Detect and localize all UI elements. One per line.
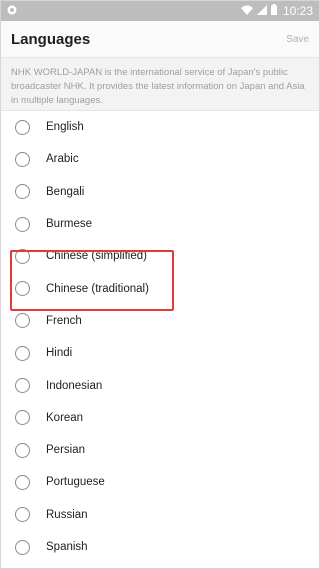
- notification-icon: [7, 2, 17, 20]
- language-option[interactable]: Burmese: [1, 208, 319, 240]
- language-label: Chinese (traditional): [46, 282, 149, 295]
- language-label: Hindi: [46, 347, 73, 360]
- language-option[interactable]: Persian: [1, 434, 319, 466]
- language-label: Persian: [46, 444, 85, 457]
- app-header: Languages Save: [1, 21, 319, 58]
- radio-button[interactable]: [15, 539, 30, 555]
- signal-icon: [256, 2, 267, 20]
- language-label: Bengali: [46, 185, 85, 198]
- language-option[interactable]: French: [1, 305, 319, 337]
- radio-button[interactable]: [15, 345, 30, 361]
- radio-button[interactable]: [15, 410, 30, 426]
- language-option[interactable]: Korean: [1, 402, 319, 434]
- radio-button[interactable]: [15, 184, 30, 200]
- radio-button[interactable]: [15, 442, 30, 458]
- language-label: English: [46, 121, 84, 134]
- language-option[interactable]: Indonesian: [1, 369, 319, 401]
- radio-button[interactable]: [15, 119, 30, 135]
- language-label: Burmese: [46, 218, 93, 231]
- app-screen: 10:23 Languages Save NHK WORLD-JAPAN is …: [0, 0, 320, 569]
- radio-button[interactable]: [15, 281, 30, 297]
- language-label: French: [46, 314, 82, 327]
- language-label: Spanish: [46, 541, 88, 553]
- radio-button[interactable]: [15, 507, 30, 523]
- status-time: 10:23: [282, 4, 313, 18]
- radio-button[interactable]: [15, 474, 30, 490]
- save-button[interactable]: Save: [286, 34, 309, 45]
- radio-button[interactable]: [15, 378, 30, 394]
- language-option[interactable]: Bengali: [1, 176, 319, 208]
- battery-icon: [270, 2, 277, 20]
- language-option[interactable]: Arabic: [1, 143, 319, 175]
- radio-button[interactable]: [15, 151, 30, 167]
- status-bar: 10:23: [1, 1, 319, 21]
- radio-button[interactable]: [15, 216, 30, 232]
- language-option[interactable]: Hindi: [1, 337, 319, 369]
- language-label: Portuguese: [46, 476, 105, 489]
- language-option[interactable]: Chinese (traditional): [1, 272, 319, 304]
- language-list: English Arabic Bengali Burmese Chinese (simp…: [1, 111, 319, 563]
- language-option[interactable]: Portuguese: [1, 466, 319, 498]
- language-option[interactable]: Russian: [1, 499, 319, 531]
- page-title: Languages: [11, 30, 91, 48]
- service-description: NHK WORLD-JAPAN is the international ser…: [1, 58, 319, 111]
- radio-button[interactable]: [15, 313, 30, 329]
- language-label: Russian: [46, 508, 88, 521]
- status-bar-left: [7, 2, 17, 20]
- language-label: Arabic: [46, 153, 79, 166]
- language-option[interactable]: English: [1, 111, 319, 143]
- radio-button[interactable]: [15, 248, 30, 264]
- status-bar-right: 10:23: [240, 2, 313, 20]
- language-option[interactable]: Chinese (simplified): [1, 240, 319, 272]
- wifi-icon: [240, 2, 253, 20]
- language-label: Korean: [46, 411, 84, 424]
- language-option[interactable]: Spanish: [1, 531, 319, 563]
- language-label: Indonesian: [46, 379, 103, 392]
- language-label: Chinese (simplified): [46, 250, 147, 263]
